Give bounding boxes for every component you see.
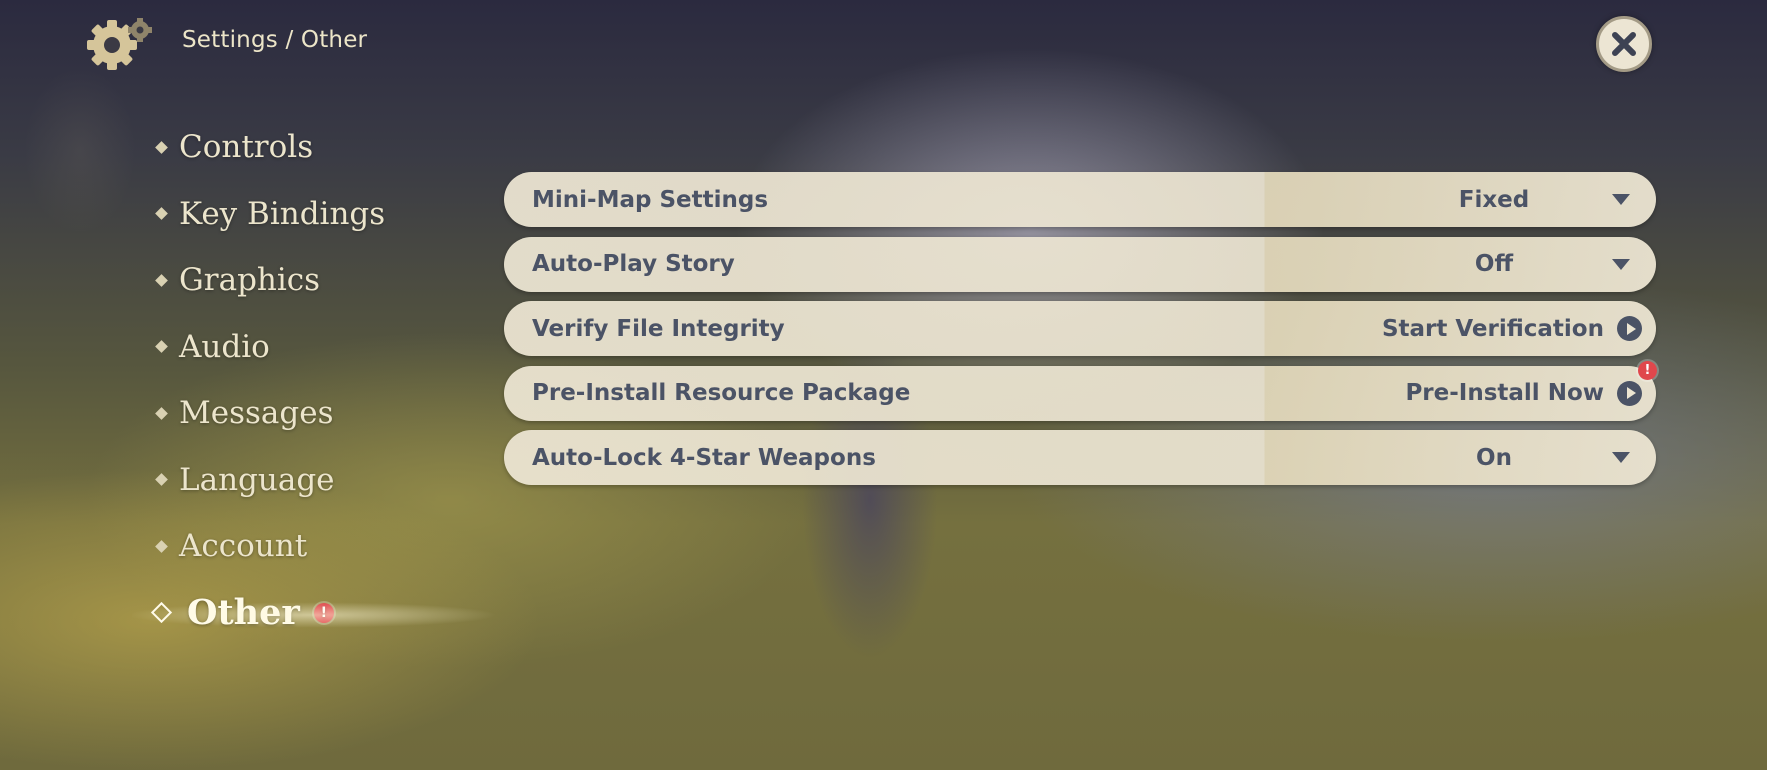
setting-row-verify-file-integrity[interactable]: Verify File Integrity Start Verification [504,301,1656,356]
setting-label: Auto-Lock 4-Star Weapons [532,444,876,471]
setting-row-pre-install[interactable]: Pre-Install Resource Package Pre-Install… [504,360,1657,421]
sidebar-item-other[interactable]: Other ! [132,580,592,647]
dropdown-arrow-icon[interactable] [1612,452,1630,463]
sidebar-item-label: Audio [179,328,270,365]
diamond-outline-icon [150,602,173,624]
sidebar-item-label: Graphics [179,262,321,299]
setting-label: Pre-Install Resource Package [532,380,911,406]
setting-row-auto-lock-weapons[interactable]: Auto-Lock 4-Star Weapons On [504,430,1656,485]
alert-badge: ! [1638,360,1657,380]
settings-nav: Controls Key Bindings Graphics Audio Mes… [132,114,592,647]
sidebar-item-label: Messages [179,395,334,432]
setting-value[interactable]: Fixed [1264,187,1724,213]
sidebar-item-audio[interactable]: Audio [152,314,385,381]
setting-label: Auto-Play Story [532,251,735,277]
start-verification-button[interactable]: Start Verification [1382,316,1604,342]
sidebar-item-account[interactable]: Account [152,513,385,580]
setting-row-auto-play-story[interactable]: Auto-Play Story Off [504,236,1656,292]
sidebar-item-key-bindings[interactable]: Key Bindings [152,181,385,248]
setting-value[interactable]: On [1264,445,1724,471]
gear-icon [87,18,152,70]
sidebar-item-label: Other [187,592,300,634]
play-arrow-icon[interactable] [1617,316,1642,341]
close-icon [1612,32,1636,56]
dropdown-arrow-icon[interactable] [1612,194,1630,205]
sidebar-item-label: Controls [179,129,314,166]
pre-install-button[interactable]: Pre-Install Now [1405,380,1604,406]
close-button[interactable] [1596,16,1652,72]
sidebar-item-language[interactable]: Language [152,447,385,514]
setting-label: Verify File Integrity [532,315,785,342]
breadcrumb: Settings / Other [182,27,368,53]
dropdown-arrow-icon[interactable] [1612,258,1630,270]
sidebar-item-graphics[interactable]: Graphics [152,247,385,314]
setting-value[interactable]: Off [1264,251,1724,277]
setting-label: Mini-Map Settings [532,186,769,213]
settings-list: Mini-Map Settings Fixed Auto-Play Story … [504,172,1657,495]
diamond-icon [155,406,168,420]
sidebar-item-label: Key Bindings [179,195,386,232]
diamond-icon [155,273,168,287]
diamond-icon [155,207,168,221]
diamond-icon [155,140,168,154]
diamond-icon [155,473,168,487]
diamond-icon [155,539,168,553]
sidebar-item-label: Account [179,528,308,565]
sidebar-item-controls[interactable]: Controls [152,114,385,181]
alert-badge: ! [313,602,334,623]
top-bar: Settings / Other [0,0,1767,90]
sidebar-item-label: Language [179,461,335,498]
diamond-icon [155,340,168,354]
setting-row-mini-map[interactable]: Mini-Map Settings Fixed [504,172,1656,227]
sidebar-item-messages[interactable]: Messages [152,380,385,447]
play-arrow-icon[interactable] [1617,380,1642,406]
